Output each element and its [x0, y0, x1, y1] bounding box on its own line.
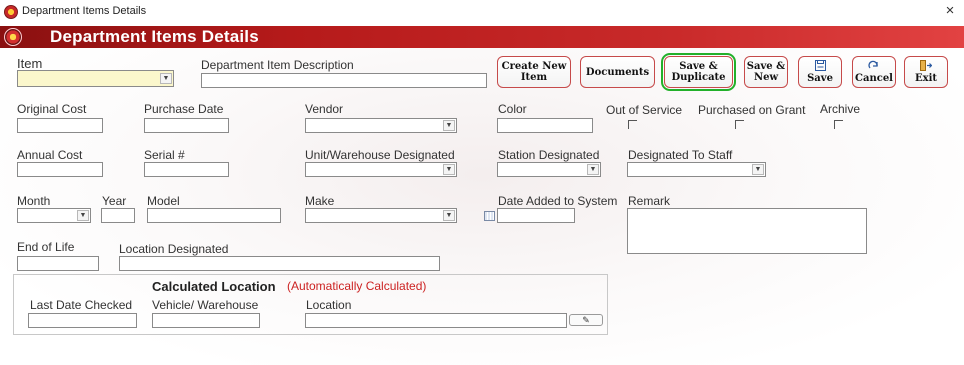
model-label: Model	[147, 194, 180, 208]
purchased-on-grant-label: Purchased on Grant	[698, 103, 806, 117]
exit-door-icon	[920, 60, 933, 73]
station-select[interactable]: ▼	[497, 162, 601, 177]
page-title: Department Items Details	[50, 27, 259, 46]
serial-input[interactable]	[144, 162, 229, 177]
unit-warehouse-select[interactable]: ▼	[305, 162, 457, 177]
make-label: Make	[305, 194, 335, 208]
create-new-item-label-line2: Item	[520, 72, 548, 83]
date-added-label: Date Added to System	[498, 194, 618, 208]
vendor-select[interactable]: ▼	[305, 118, 457, 133]
end-of-life-label: End of Life	[17, 240, 75, 254]
make-select[interactable]: ▼	[305, 208, 457, 223]
create-new-item-button[interactable]: Create New Item	[497, 56, 571, 88]
vehicle-warehouse-label: Vehicle/ Warehouse	[152, 298, 259, 312]
vehicle-warehouse-input[interactable]	[152, 313, 260, 328]
staff-label: Designated To Staff	[628, 148, 733, 162]
floppy-disk-icon	[814, 60, 826, 73]
create-new-item-label-line1: Create New	[501, 61, 567, 72]
calendar-icon[interactable]	[484, 211, 495, 221]
chevron-down-icon: ▼	[77, 210, 89, 221]
month-select[interactable]: ▼	[17, 208, 91, 223]
description-label: Department Item Description	[201, 58, 354, 72]
year-input[interactable]	[101, 208, 135, 223]
year-label: Year	[102, 194, 127, 208]
archive-checkbox[interactable]	[834, 120, 843, 129]
cancel-button[interactable]: Cancel	[852, 56, 896, 88]
save-duplicate-button[interactable]: Save & Duplicate	[661, 53, 736, 91]
window-title: Department Items Details	[22, 5, 147, 17]
chevron-down-icon: ▼	[752, 164, 764, 175]
edit-pencil-icon[interactable]: ✎	[569, 314, 603, 326]
save-label: Save	[807, 73, 833, 84]
vendor-label: Vendor	[305, 102, 344, 116]
purchase-date-input[interactable]	[144, 118, 229, 133]
department-badge-icon	[4, 28, 22, 46]
original-cost-input[interactable]	[17, 118, 103, 133]
archive-label: Archive	[820, 102, 861, 116]
automatically-calculated-note: (Automatically Calculated)	[287, 279, 427, 293]
save-duplicate-label-line1: Save &	[679, 61, 718, 72]
documents-button[interactable]: Documents	[580, 56, 655, 88]
color-input[interactable]	[497, 118, 593, 133]
cancel-label: Cancel	[855, 73, 893, 84]
last-date-checked-input[interactable]	[28, 313, 137, 328]
save-button[interactable]: Save	[798, 56, 842, 88]
save-new-label-line2: New	[753, 72, 779, 83]
location-label: Location	[306, 298, 352, 312]
last-date-checked-label: Last Date Checked	[30, 298, 133, 312]
close-icon[interactable]: ×	[940, 2, 960, 20]
end-of-life-input[interactable]	[17, 256, 99, 271]
chevron-down-icon: ▼	[443, 210, 455, 221]
remark-label: Remark	[628, 194, 671, 208]
purchase-date-label: Purchase Date	[144, 102, 224, 116]
month-label: Month	[17, 194, 51, 208]
undo-arrow-icon	[868, 60, 880, 73]
save-new-button[interactable]: Save & New	[744, 56, 788, 88]
documents-label: Documents	[585, 66, 650, 78]
out-of-service-checkbox[interactable]	[628, 120, 637, 129]
date-added-input[interactable]	[497, 208, 575, 223]
out-of-service-label: Out of Service	[606, 103, 683, 117]
description-input[interactable]	[201, 73, 487, 88]
exit-button[interactable]: Exit	[904, 56, 948, 88]
chevron-down-icon: ▼	[160, 73, 172, 84]
save-duplicate-label-line2: Duplicate	[671, 72, 726, 83]
item-select[interactable]: ▼	[17, 70, 174, 87]
exit-label: Exit	[914, 73, 937, 84]
location-input[interactable]	[305, 313, 567, 328]
chevron-down-icon: ▼	[443, 120, 455, 131]
remark-textarea[interactable]	[627, 208, 867, 254]
color-label: Color	[498, 102, 527, 116]
serial-label: Serial #	[144, 148, 185, 162]
location-designated-label: Location Designated	[119, 242, 229, 256]
save-new-label-line1: Save &	[746, 61, 786, 72]
annual-cost-label: Annual Cost	[17, 148, 83, 162]
station-label: Station Designated	[498, 148, 600, 162]
purchased-on-grant-checkbox[interactable]	[735, 120, 744, 129]
item-label: Item	[17, 56, 43, 71]
annual-cost-input[interactable]	[17, 162, 103, 177]
app-logo-icon	[4, 5, 18, 19]
unit-warehouse-label: Unit/Warehouse Designated	[305, 148, 455, 162]
location-designated-input[interactable]	[119, 256, 440, 271]
chevron-down-icon: ▼	[587, 164, 599, 175]
original-cost-label: Original Cost	[17, 102, 87, 116]
chevron-down-icon: ▼	[443, 164, 455, 175]
model-input[interactable]	[147, 208, 281, 223]
staff-select[interactable]: ▼	[627, 162, 766, 177]
calculated-location-title: Calculated Location	[152, 279, 276, 294]
